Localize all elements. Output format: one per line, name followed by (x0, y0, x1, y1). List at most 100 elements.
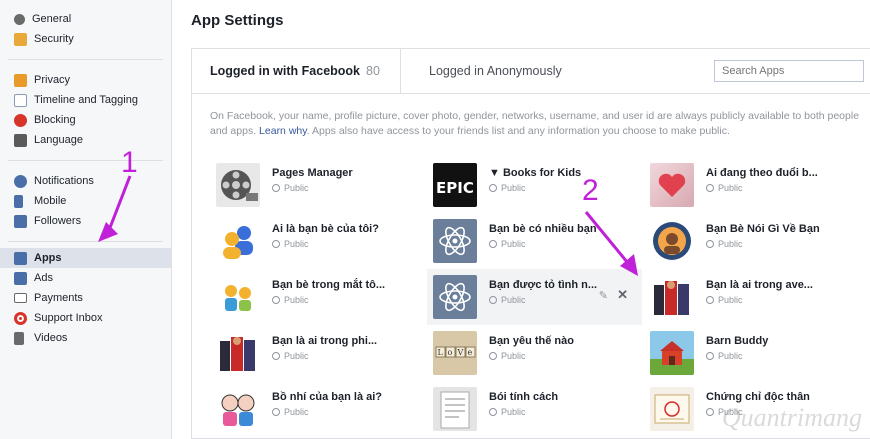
app-name: Bạn là ai trong phi... (272, 335, 378, 347)
sidebar-item-label: Privacy (34, 74, 71, 86)
sidebar-item-timeline-and-tagging[interactable]: Timeline and Tagging (0, 90, 171, 110)
privacy-label: Public (284, 239, 309, 249)
sidebar-item-ads[interactable]: Ads (0, 268, 171, 288)
sidebar-divider (8, 160, 163, 161)
app-item[interactable]: Bói tính cách Public (427, 381, 642, 437)
sidebar-item-blocking[interactable]: Blocking (0, 110, 171, 130)
heart-blur-icon (650, 163, 694, 207)
lock-icon (14, 73, 27, 87)
app-privacy: Public (272, 295, 309, 305)
sidebar-item-payments[interactable]: Payments (0, 288, 171, 308)
privacy-label: Public (718, 239, 743, 249)
app-name: Bạn yêu thế nào (489, 335, 574, 347)
sidebar-item-label: General (32, 13, 72, 25)
globe-icon (489, 240, 497, 248)
globe-icon (14, 174, 27, 188)
globe-icon (706, 184, 714, 192)
sidebar-item-security[interactable]: Security (0, 29, 171, 49)
tab-label: Logged in Anonymously (429, 64, 562, 78)
privacy-label: Public (501, 407, 526, 417)
svg-text:e: e (468, 348, 473, 357)
globe-icon (489, 352, 497, 360)
love-blocks-icon: LoVe (433, 331, 477, 375)
sidebar-item-label: Payments (34, 292, 83, 304)
app-privacy: Public (706, 239, 743, 249)
sidebar-item-apps[interactable]: Apps (0, 248, 171, 268)
privacy-label: Public (501, 295, 526, 305)
privacy-label: Public (501, 239, 526, 249)
learn-why-link[interactable]: Learn why (259, 125, 307, 137)
rss-icon (14, 214, 27, 228)
app-name: Bạn Bè Nói Gì Về Bạn (706, 223, 820, 235)
sidebar-item-label: Language (34, 134, 83, 146)
close-icon[interactable]: ✕ (617, 287, 628, 303)
app-privacy: Public (489, 407, 526, 417)
app-item[interactable]: Barn Buddy Public (644, 325, 859, 381)
globe-icon (272, 408, 280, 416)
sidebar-item-label: Security (34, 33, 74, 45)
watermark-logo: Quantrimang (721, 403, 862, 432)
certificate-icon (650, 387, 694, 431)
film-reel-icon (216, 163, 260, 207)
timeline-icon (14, 93, 27, 107)
globe-icon (489, 408, 497, 416)
sidebar-item-label: Support Inbox (34, 312, 103, 324)
sidebar-item-label: Blocking (34, 114, 76, 126)
badge-icon (14, 32, 27, 46)
privacy-label: Public (284, 295, 309, 305)
app-item[interactable]: Bạn là ai trong ave... Public (644, 269, 859, 325)
privacy-label: Public (284, 351, 309, 361)
sidebar-item-privacy[interactable]: Privacy (0, 70, 171, 90)
app-name: Bạn được tỏ tình n... (489, 279, 598, 291)
app-item[interactable]: Bạn Bè Nói Gì Về Bạn Public (644, 213, 859, 269)
heroes-icon (216, 331, 260, 375)
privacy-label: Public (284, 407, 309, 417)
sidebar-item-language[interactable]: Language (0, 130, 171, 150)
globe-icon (489, 296, 497, 304)
apps-panel: Logged in with Facebook 80 Logged in Anon… (191, 48, 870, 439)
app-name: Ai đang theo đuổi b... (706, 167, 818, 179)
app-item[interactable]: Ai đang theo đuổi b... Public (644, 157, 859, 213)
tab-logged-in-with-facebook[interactable]: Logged in with Facebook 80 (210, 64, 380, 78)
epic-logo-icon: EPIC (433, 163, 477, 207)
globe-icon (272, 240, 280, 248)
search-apps-input[interactable] (714, 60, 864, 82)
app-item[interactable]: LoVe Bạn yêu thế nào Public (427, 325, 642, 381)
sidebar-divider (8, 59, 163, 60)
privacy-label: Public (501, 351, 526, 361)
couple-icon (216, 387, 260, 431)
main-content: App Settings Logged in with Facebook 80 L… (172, 0, 870, 439)
notice-text: . Apps also have access to your friends … (306, 125, 730, 137)
phone-icon (14, 194, 23, 208)
app-item[interactable]: Bồ nhí của bạn là ai? Public (210, 381, 425, 437)
annotation-arrow-1 (98, 175, 132, 242)
privacy-notice: On Facebook, your name, profile picture,… (210, 109, 865, 139)
sidebar-item-general[interactable]: General (0, 9, 171, 29)
app-privacy: Public (489, 239, 526, 249)
sidebar-item-label: Mobile (34, 195, 67, 207)
sidebar-item-videos[interactable]: Videos (0, 328, 171, 348)
sidebar-item-support-inbox[interactable]: Support Inbox (0, 308, 171, 328)
app-privacy: Public (272, 183, 309, 193)
app-item[interactable]: Ai là bạn bè của tôi? Public (210, 213, 425, 269)
privacy-label: Public (284, 183, 309, 193)
film-icon (14, 331, 24, 345)
annotation-arrow-2 (584, 211, 638, 276)
app-item[interactable]: Bạn là ai trong phi... Public (210, 325, 425, 381)
app-privacy: Public (706, 295, 743, 305)
tab-logged-in-anonymously[interactable]: Logged in Anonymously (429, 64, 562, 78)
globe-icon (706, 352, 714, 360)
privacy-label: Public (501, 183, 526, 193)
app-name: Bói tính cách (489, 391, 559, 403)
sidebar-group-apps: Apps Ads Payments Support Inbox Videos (0, 248, 171, 352)
globe-icon (706, 408, 714, 416)
sidebar-item-label: Followers (34, 215, 82, 227)
gears-icon (14, 13, 25, 25)
app-item[interactable]: Bạn bè trong mắt tô... Public (210, 269, 425, 325)
pencil-icon[interactable]: ✎ (599, 289, 608, 302)
app-privacy: Public (706, 351, 743, 361)
tab-divider (400, 49, 401, 94)
atom-icon (433, 275, 477, 319)
globe-icon (272, 184, 280, 192)
app-item[interactable]: Pages Manager Public (210, 157, 425, 213)
